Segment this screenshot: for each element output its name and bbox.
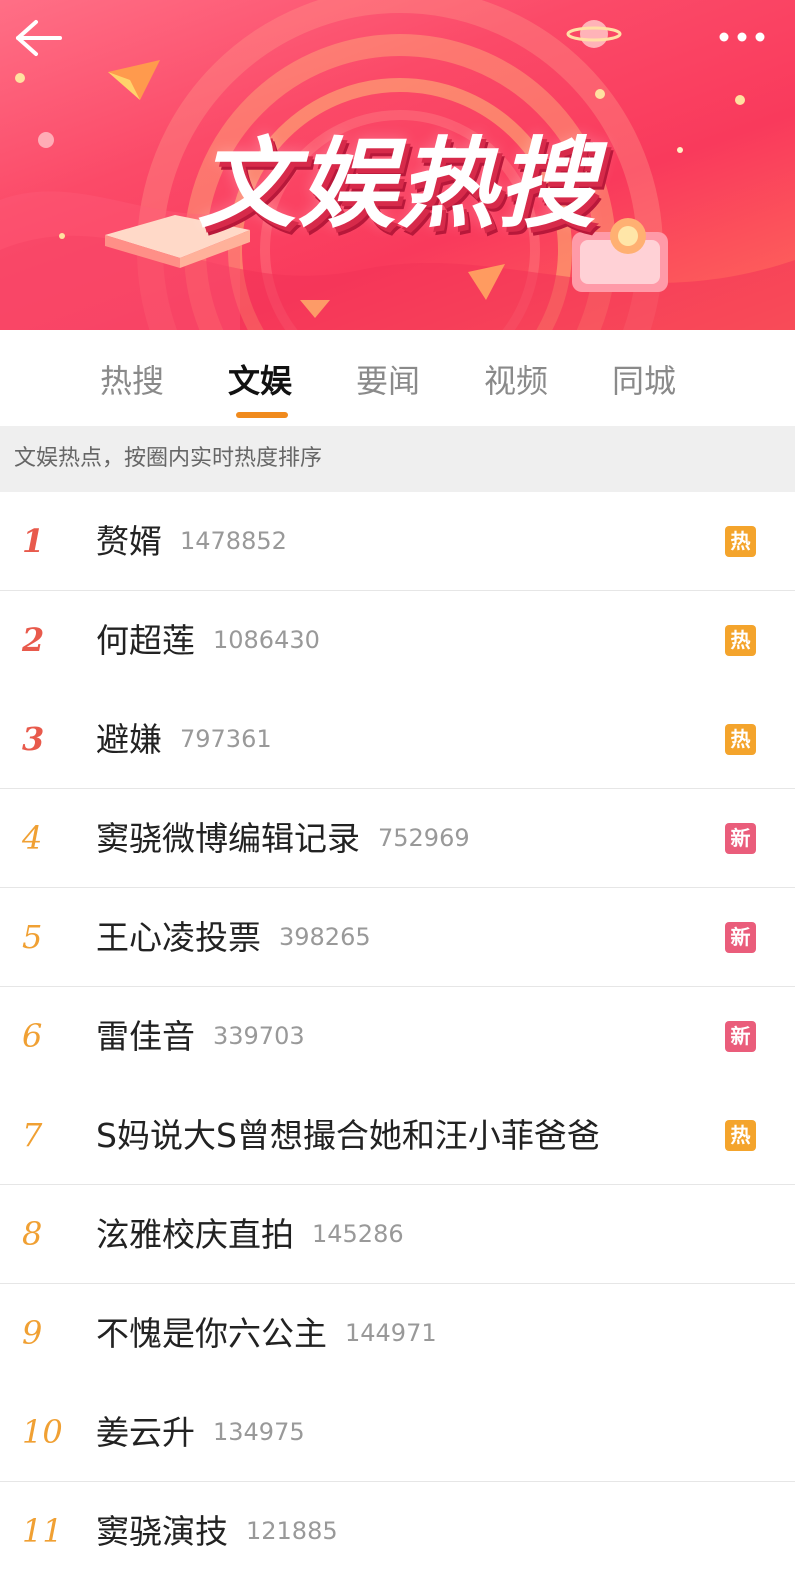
- topic-title: 何超莲 1086430: [96, 621, 320, 660]
- tab-hot-search[interactable]: 热搜: [100, 356, 164, 400]
- back-button[interactable]: [10, 14, 66, 62]
- heat-count: 339703: [213, 1022, 305, 1050]
- list-item[interactable]: 7 S妈说大S曾想撮合她和汪小菲爸爸 热: [0, 1086, 795, 1185]
- new-badge: 新: [725, 823, 756, 854]
- active-tab-indicator: [236, 412, 288, 418]
- list-item[interactable]: 6 雷佳音 339703 新: [0, 987, 795, 1086]
- rank-number: 11: [22, 1512, 63, 1550]
- tab-bar: 热搜 文娱 要闻 视频 同城: [0, 330, 795, 426]
- hot-badge: 热: [725, 724, 756, 755]
- rank-number: 1: [22, 522, 45, 560]
- list-item[interactable]: 3 避嫌 797361 热: [0, 690, 795, 789]
- topic-title: 雷佳音 339703: [96, 1017, 305, 1056]
- list-item[interactable]: 8 泫雅校庆直拍 145286: [0, 1185, 795, 1284]
- rank-number: 2: [22, 621, 45, 659]
- list-item[interactable]: 2 何超莲 1086430 热: [0, 591, 795, 690]
- topic-title: 避嫌 797361: [96, 720, 272, 759]
- heat-count: 398265: [279, 923, 371, 951]
- topic-title: 姜云升 134975: [96, 1413, 305, 1452]
- banner: 文娱热搜: [0, 0, 795, 330]
- topic-title: 窦骁演技 121885: [96, 1512, 338, 1551]
- list-item[interactable]: 10 姜云升 134975: [0, 1383, 795, 1482]
- more-button[interactable]: [712, 22, 772, 52]
- hot-badge: 热: [725, 526, 756, 557]
- tab-video[interactable]: 视频: [484, 356, 548, 400]
- heat-count: 1478852: [180, 527, 287, 555]
- new-badge: 新: [725, 922, 756, 953]
- topic-title: 赘婿 1478852: [96, 522, 287, 561]
- list-item[interactable]: 9 不愧是你六公主 144971: [0, 1284, 795, 1383]
- rank-number: 4: [22, 819, 43, 857]
- topic-title: 泫雅校庆直拍 145286: [96, 1215, 404, 1254]
- topic-title: 窦骁微博编辑记录 752969: [96, 819, 470, 858]
- list-item[interactable]: 11 窦骁演技 121885: [0, 1482, 795, 1575]
- banner-title: 文娱热搜: [197, 128, 598, 242]
- rank-number: 7: [22, 1116, 43, 1154]
- back-arrow-icon: [16, 20, 62, 56]
- rank-number: 8: [22, 1215, 43, 1253]
- list-item[interactable]: 5 王心凌投票 398265 新: [0, 888, 795, 987]
- topic-title: 不愧是你六公主 144971: [96, 1314, 437, 1353]
- tab-news[interactable]: 要闻: [356, 356, 420, 400]
- hot-badge: 热: [725, 1120, 756, 1151]
- hot-list: 1 赘婿 1478852 热 2 何超莲 1086430 热 3 避嫌 797361 …: [0, 492, 795, 1575]
- heat-count: 144971: [345, 1319, 437, 1347]
- heat-count: 797361: [180, 725, 272, 753]
- list-item[interactable]: 4 窦骁微博编辑记录 752969 新: [0, 789, 795, 888]
- heat-count: 134975: [213, 1418, 305, 1446]
- rank-number: 6: [22, 1017, 43, 1055]
- rank-number: 10: [22, 1413, 63, 1451]
- rank-number: 3: [22, 720, 45, 758]
- heat-count: 121885: [246, 1517, 338, 1545]
- list-description: 文娱热点，按圈内实时热度排序: [0, 426, 795, 492]
- topic-title: S妈说大S曾想撮合她和汪小菲爸爸: [96, 1116, 600, 1155]
- list-item[interactable]: 1 赘婿 1478852 热: [0, 492, 795, 591]
- tab-local[interactable]: 同城: [612, 356, 676, 400]
- heat-count: 145286: [312, 1220, 404, 1248]
- heat-count: 752969: [378, 824, 470, 852]
- rank-number: 5: [22, 918, 43, 956]
- new-badge: 新: [725, 1021, 756, 1052]
- tab-entertainment[interactable]: 文娱: [228, 356, 292, 400]
- heat-count: 1086430: [213, 626, 320, 654]
- rank-number: 9: [22, 1314, 43, 1352]
- hot-badge: 热: [725, 625, 756, 656]
- more-dots-icon: [719, 32, 765, 42]
- topic-title: 王心凌投票 398265: [96, 918, 371, 957]
